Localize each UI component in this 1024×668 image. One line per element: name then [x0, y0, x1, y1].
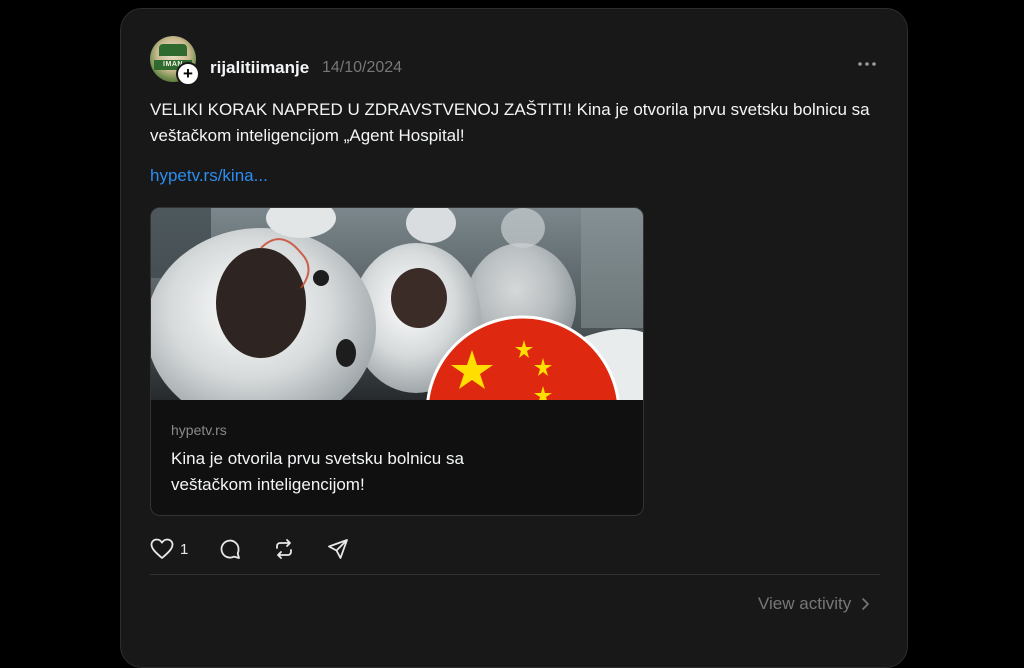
like-button[interactable]: 1 [150, 537, 188, 561]
send-icon [328, 539, 348, 559]
follow-plus-icon[interactable]: + [176, 62, 200, 86]
link-preview-card[interactable]: hypetv.rs Kina je otvorila prvu svetsku … [150, 207, 644, 516]
post-text: VELIKI KORAK NAPRED U ZDRAVSTVENOJ ZAŠTI… [150, 100, 870, 145]
view-activity-link[interactable]: View activity [758, 594, 873, 614]
preview-domain: hypetv.rs [171, 422, 227, 438]
post-card: IMAN + rijalitiimanje 14/10/2024 VELIKI … [120, 8, 908, 668]
chevron-right-icon [862, 598, 870, 610]
robots-and-china-flag-image [151, 208, 643, 400]
comment-icon [220, 539, 240, 559]
view-activity-label: View activity [758, 594, 852, 613]
heart-icon [150, 538, 174, 559]
preview-title: Kina je otvorila prvu svetsku bolnicu sa… [171, 449, 464, 494]
post-link[interactable]: hypetv.rs/kina... [150, 166, 268, 186]
more-options-icon[interactable] [857, 50, 877, 73]
repost-button[interactable] [272, 537, 296, 561]
repost-icon [276, 539, 292, 559]
avatar-logo-roof [159, 44, 187, 56]
like-count: 1 [180, 540, 189, 558]
avatar[interactable]: IMAN + [150, 36, 200, 86]
divider [150, 574, 880, 575]
share-button[interactable] [326, 537, 350, 561]
post-date: 14/10/2024 [322, 59, 403, 76]
username[interactable]: rijalitiimanje [210, 58, 309, 78]
preview-image [151, 208, 643, 400]
reply-button[interactable] [218, 537, 242, 561]
ellipsis-icon [858, 62, 876, 66]
